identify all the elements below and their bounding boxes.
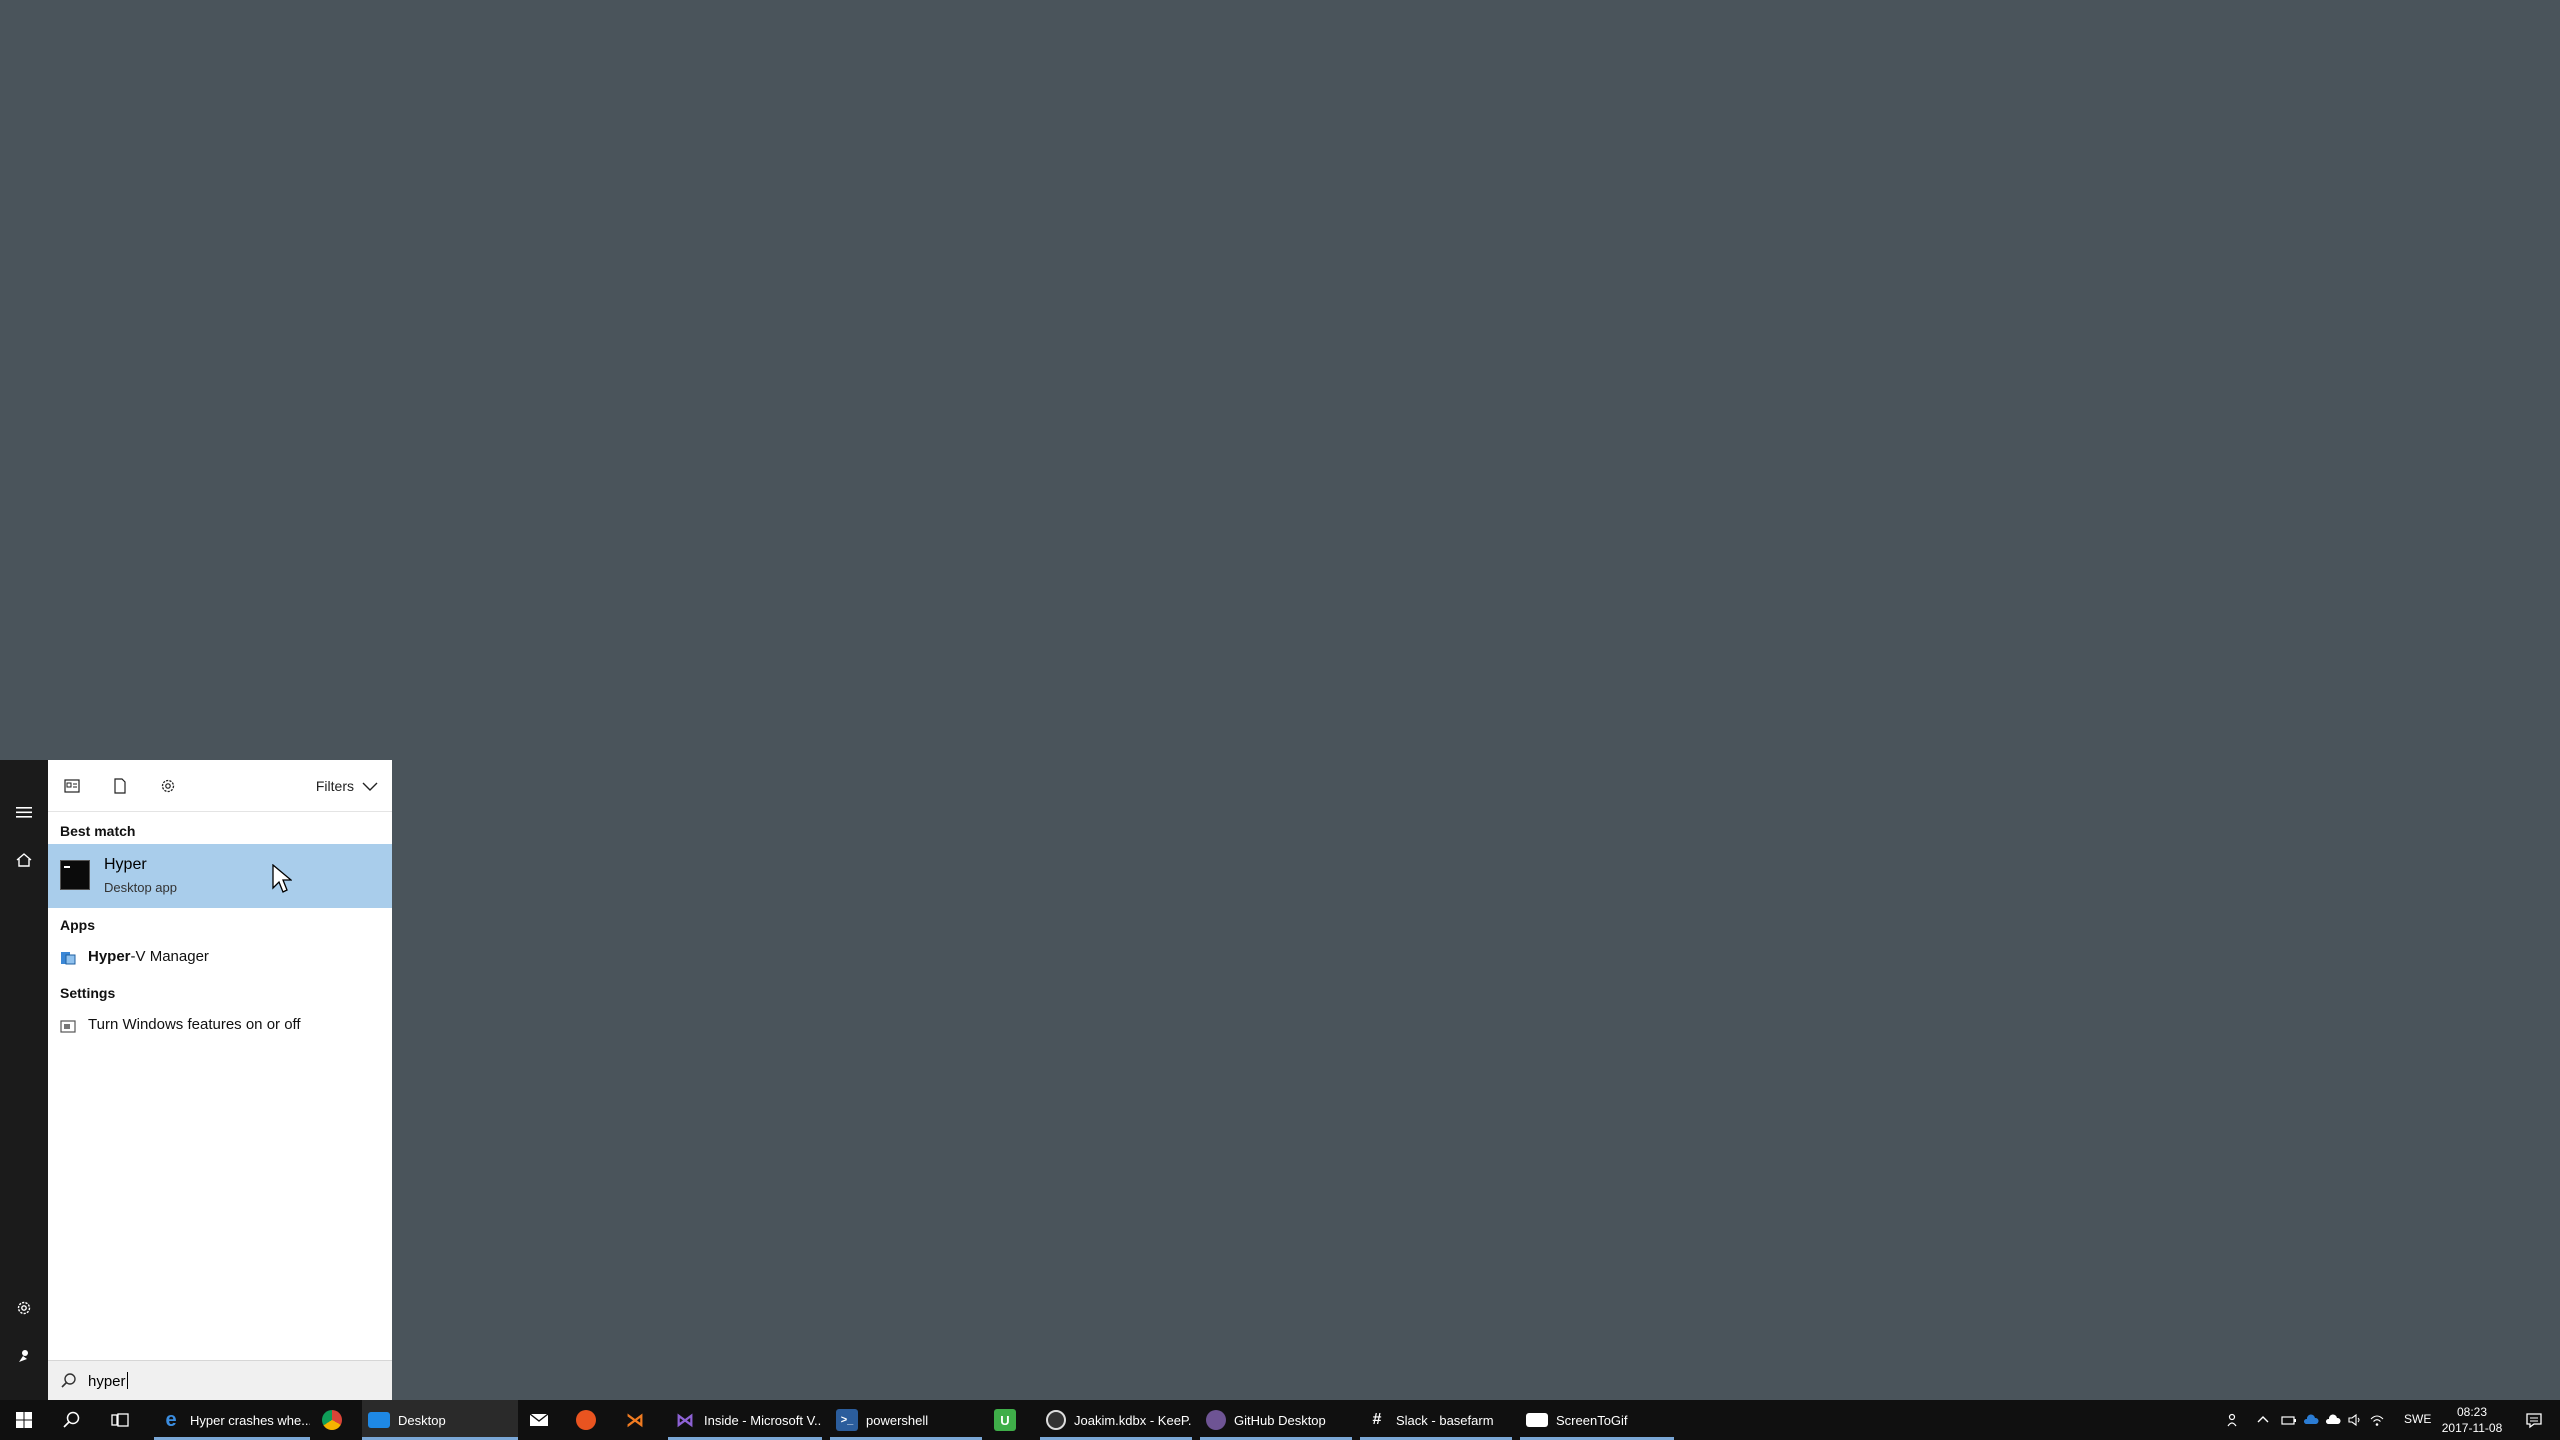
- apps-header: Apps: [60, 917, 95, 933]
- people-icon[interactable]: [2220, 1400, 2248, 1440]
- taskbar-app-powershell[interactable]: >_ powershell: [830, 1400, 982, 1440]
- settings-filter-icon[interactable]: [148, 768, 188, 804]
- volume-icon[interactable]: [2344, 1400, 2366, 1440]
- terminal-icon: [60, 860, 90, 890]
- slack-icon: #: [1372, 1411, 1382, 1428]
- settings-gear-icon[interactable]: [0, 1284, 48, 1332]
- onedrive-icon[interactable]: [2322, 1400, 2344, 1440]
- chevron-down-icon: [362, 782, 378, 791]
- filters-label: Filters: [315, 778, 354, 794]
- app-result-hyperv-manager[interactable]: Hyper-V Manager: [48, 940, 392, 976]
- screentogif-icon: [1526, 1413, 1548, 1427]
- onedrive-business-icon[interactable]: [2300, 1400, 2322, 1440]
- taskbar-app-ubuntu[interactable]: [570, 1400, 614, 1440]
- best-match-header: Best match: [60, 823, 136, 839]
- upwork-icon: U: [994, 1409, 1016, 1431]
- github-icon: [1206, 1410, 1226, 1430]
- mouse-pointer-icon: [272, 864, 292, 893]
- filters-dropdown[interactable]: Filters: [316, 774, 378, 798]
- mail-icon: [529, 1413, 549, 1426]
- clock-time: 08:23: [2456, 1405, 2488, 1419]
- chrome-icon: [322, 1410, 342, 1430]
- edge-icon: e: [165, 1408, 177, 1431]
- search-results-panel: Filters Best match Hyper Desktop app App…: [48, 760, 392, 1400]
- start-windows-icon[interactable]: [0, 1400, 48, 1440]
- taskbar-app-slack[interactable]: # Slack - basefarm: [1360, 1400, 1512, 1440]
- input-language-indicator[interactable]: SWE: [2404, 1412, 2431, 1426]
- best-match-subtitle: Desktop app: [104, 880, 177, 895]
- taskbar-app-screentogif[interactable]: ScreenToGif: [1520, 1400, 1674, 1440]
- taskbar-app-github[interactable]: GitHub Desktop: [1200, 1400, 1352, 1440]
- user-account-icon[interactable]: [0, 1332, 48, 1380]
- taskbar-app-desktop[interactable]: Desktop: [362, 1400, 518, 1440]
- ubuntu-icon: [576, 1410, 596, 1430]
- start-rail: [0, 760, 48, 1400]
- search-icon: [61, 1373, 76, 1388]
- visual-studio-icon: ⋈: [676, 1409, 694, 1430]
- documents-filter-icon[interactable]: [100, 768, 140, 804]
- setting-result-windows-features[interactable]: Turn Windows features on or off: [48, 1008, 392, 1044]
- wifi-icon[interactable]: [2366, 1400, 2388, 1440]
- search-filter-bar: Filters: [48, 760, 392, 812]
- app-result-label: Hyper-V Manager: [88, 948, 209, 965]
- hyperv-icon: [61, 952, 76, 965]
- best-match-result[interactable]: Hyper Desktop app: [48, 844, 392, 908]
- taskbar-app-upwork[interactable]: U: [988, 1400, 1032, 1440]
- chevron-up-icon[interactable]: [2248, 1400, 2278, 1440]
- search-input[interactable]: hyper: [88, 1372, 128, 1390]
- taskbar-clock[interactable]: 08:23 2017-11-08: [2440, 1404, 2504, 1436]
- taskbar-app-visual-studio[interactable]: ⋈ Inside - Microsoft V...: [668, 1400, 822, 1440]
- hamburger-menu-icon[interactable]: [0, 788, 48, 836]
- taskbar-app-chrome[interactable]: [316, 1400, 360, 1440]
- taskbar-app-vscode[interactable]: ⋊: [618, 1400, 662, 1440]
- taskbar: e Hyper crashes whe... Desktop ⋊ ⋈ Insid…: [0, 1400, 2560, 1440]
- home-icon[interactable]: [0, 836, 48, 884]
- action-center-icon[interactable]: [2514, 1400, 2554, 1440]
- vscode-icon: ⋊: [626, 1409, 644, 1430]
- clock-date: 2017-11-08: [2441, 1421, 2503, 1435]
- taskbar-app-keepass[interactable]: Joakim.kdbx - KeeP...: [1040, 1400, 1192, 1440]
- search-icon[interactable]: [48, 1400, 96, 1440]
- taskbar-app-mail[interactable]: [522, 1400, 566, 1440]
- battery-icon[interactable]: [2278, 1400, 2300, 1440]
- keepass-icon: [1046, 1410, 1066, 1430]
- setting-result-label: Turn Windows features on or off: [88, 1016, 301, 1033]
- apps-filter-icon[interactable]: [52, 768, 92, 804]
- search-box[interactable]: hyper: [48, 1360, 392, 1400]
- best-match-title: Hyper: [104, 856, 147, 873]
- windows-features-icon: [60, 1020, 76, 1033]
- text-caret: [126, 1372, 128, 1389]
- system-tray: [2220, 1400, 2388, 1440]
- powershell-icon: >_: [836, 1409, 858, 1431]
- desktop-icon: [368, 1412, 390, 1428]
- taskbar-app-edge[interactable]: e Hyper crashes whe...: [154, 1400, 310, 1440]
- task-view-icon[interactable]: [96, 1400, 144, 1440]
- settings-header: Settings: [60, 985, 116, 1001]
